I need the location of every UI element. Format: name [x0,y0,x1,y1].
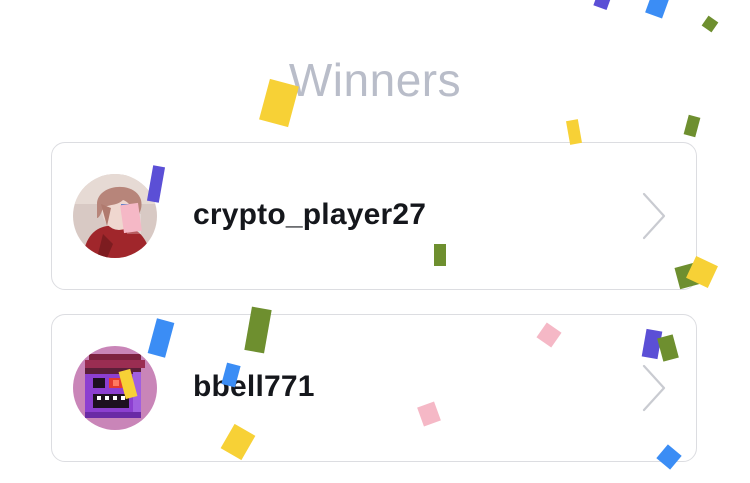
confetti-piece [593,0,611,11]
winner-card-1[interactable]: crypto_player27 [51,142,697,290]
confetti-piece [683,114,701,138]
winner-card-2[interactable]: bbell771 [51,314,697,462]
chevron-right-icon[interactable] [640,363,668,413]
chevron-right-icon[interactable] [640,191,668,241]
page-title: Winners [288,54,462,106]
confetti-piece [566,119,582,145]
winner-username: crypto_player27 [193,198,427,231]
anime-character-avatar-icon [73,174,157,258]
pixel-art-avatar-icon [73,346,157,430]
confetti-piece [645,0,669,19]
confetti-piece [701,15,719,33]
winner-username: bbell771 [193,370,315,403]
